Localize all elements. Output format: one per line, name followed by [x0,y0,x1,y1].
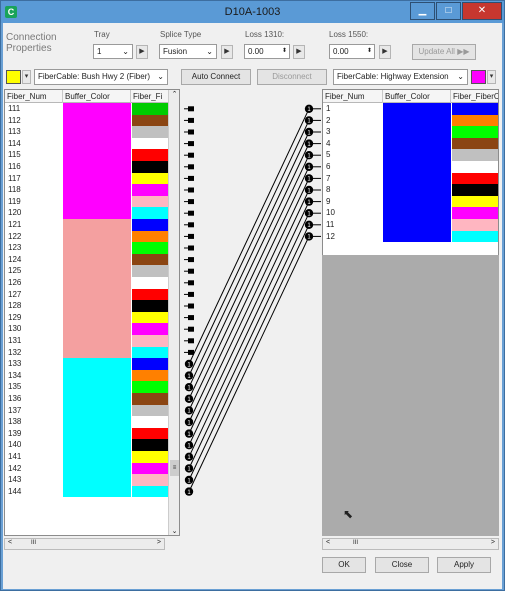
left-fiber-port[interactable] [188,106,194,112]
apply-button[interactable]: Apply [437,557,491,573]
splice-connection-line[interactable] [188,224,310,481]
left-fiber-port[interactable] [188,291,194,297]
left-fiber-port[interactable] [188,129,194,135]
left-fiber-port[interactable] [188,152,194,158]
left-fiber-port[interactable] [188,338,194,344]
splice-connection-line[interactable] [188,189,310,446]
left-fiber-port[interactable] [188,199,194,205]
title-bar[interactable]: C D10A-1003 ▁ □ ✕ [1,1,504,23]
ok-button[interactable]: OK [322,557,366,573]
dialog-client: Connection Properties Tray 1 ⌄ ▶ Splice … [3,23,502,589]
close-window-button[interactable]: ✕ [462,2,502,20]
splice-connection-line[interactable] [188,154,310,411]
close-icon: ✕ [477,5,487,16]
splice-connection-line[interactable] [188,236,310,492]
left-fiber-port[interactable] [188,233,194,239]
splice-connection-canvas[interactable]: 111111111111111111111111 [3,23,502,589]
left-fiber-port[interactable] [188,187,194,193]
left-fiber-port[interactable] [188,315,194,321]
left-fiber-port[interactable] [188,164,194,170]
left-fiber-port[interactable] [188,268,194,274]
left-fiber-port[interactable] [188,303,194,309]
splice-connection-line[interactable] [188,120,310,376]
splice-connection-line[interactable] [188,178,310,434]
splice-connection-line[interactable] [188,212,310,469]
maximize-icon: □ [445,5,452,16]
minimize-button[interactable]: ▁ [410,2,435,20]
splice-connection-line[interactable] [188,166,310,423]
splice-connection-line[interactable] [188,201,310,458]
minimize-icon: ▁ [418,5,427,16]
left-fiber-port[interactable] [188,326,194,332]
left-fiber-port[interactable] [188,280,194,286]
maximize-button[interactable]: □ [436,2,461,20]
close-button[interactable]: Close [375,557,429,573]
splice-connection-line[interactable] [188,143,310,400]
splice-window: C D10A-1003 ▁ □ ✕ Connection Properties … [0,0,505,591]
left-fiber-port[interactable] [188,245,194,251]
splice-connection-line[interactable] [188,108,310,365]
left-fiber-port[interactable] [188,257,194,263]
left-fiber-port[interactable] [188,210,194,216]
splice-connection-line[interactable] [188,131,310,388]
left-fiber-port[interactable] [188,175,194,181]
left-fiber-port[interactable] [188,222,194,228]
left-fiber-port[interactable] [188,117,194,123]
left-fiber-port[interactable] [188,141,194,147]
